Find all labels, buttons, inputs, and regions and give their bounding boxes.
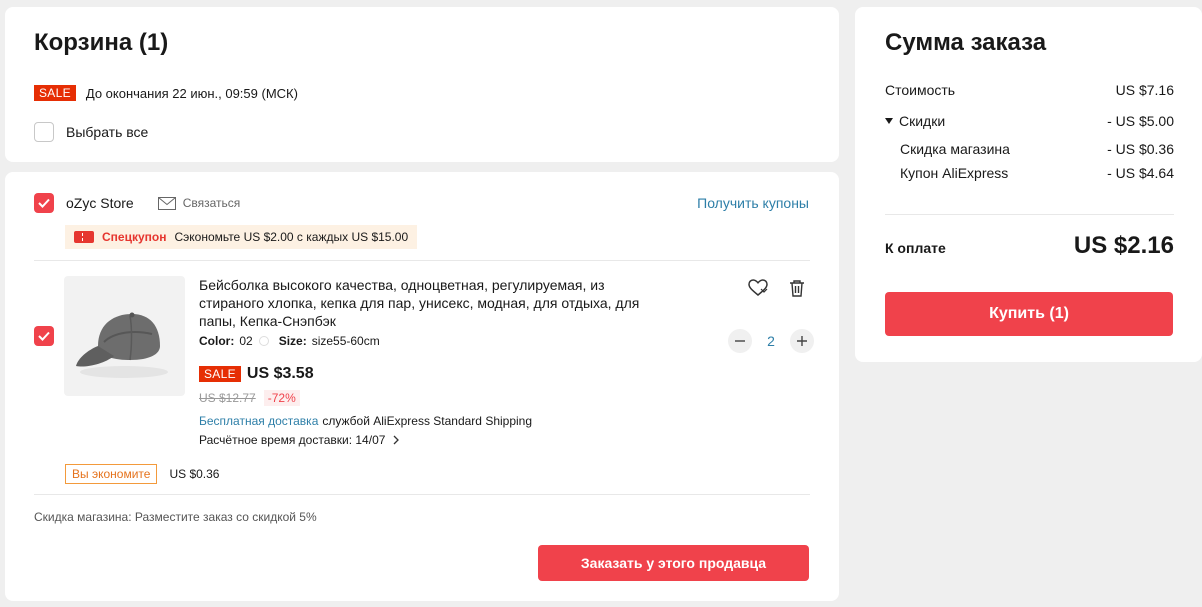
select-all-label: Выбрать все xyxy=(66,124,149,140)
divider xyxy=(885,214,1174,215)
checkmark-icon xyxy=(38,331,50,341)
checkbox-icon[interactable] xyxy=(34,122,54,142)
buy-button[interactable]: Купить (1) xyxy=(885,292,1173,336)
sale-countdown-text: До окончания 22 июн., 09:59 (МСК) xyxy=(85,85,298,101)
coupon-icon xyxy=(74,231,94,243)
triangle-down-icon xyxy=(885,118,893,124)
item-checkbox[interactable] xyxy=(34,326,54,346)
checkmark-icon xyxy=(38,198,50,208)
savings-row: Вы экономите US $0.36 xyxy=(65,464,219,484)
store-name-link[interactable]: oZyc Store xyxy=(66,195,134,211)
trash-icon xyxy=(790,280,804,297)
quantity-value[interactable]: 2 xyxy=(766,333,776,349)
delivery-estimate: Расчётное время доставки: 14/07 xyxy=(199,433,386,447)
size-value: size55-60cm xyxy=(311,334,380,348)
sale-tag: SALE xyxy=(34,85,76,101)
store-discount-label: Скидка магазина xyxy=(900,141,1010,157)
coupon-label: Купон AliExpress xyxy=(900,165,1009,181)
divider xyxy=(34,494,810,495)
size-label: Size: xyxy=(278,334,307,348)
discounts-row[interactable]: Скидки - US $5.00 xyxy=(885,113,1174,129)
discounts-toggle[interactable]: Скидки xyxy=(885,113,945,129)
contact-label: Связаться xyxy=(182,196,241,210)
cap-icon xyxy=(76,312,168,378)
store-checkbox[interactable] xyxy=(34,193,54,213)
free-shipping-label: Бесплатная доставка xyxy=(199,414,319,428)
item-sale-tag: SALE xyxy=(199,366,241,382)
plus-icon xyxy=(797,336,807,346)
sale-countdown: SALE До окончания 22 июн., 09:59 (МСК) xyxy=(34,85,298,101)
heart-icon xyxy=(748,279,768,296)
product-title-link[interactable]: Бейсболка высокого качества, одноцветная… xyxy=(199,276,669,330)
summary-title: Сумма заказа xyxy=(885,29,1047,56)
cart-header-card: Корзина (1) SALE До окончания 22 июн., 0… xyxy=(5,7,839,162)
coupon-row: Купон AliExpress - US $4.64 xyxy=(900,165,1174,181)
coupon-label: Спецкупон xyxy=(102,230,167,244)
increase-quantity-button[interactable] xyxy=(790,329,814,353)
mail-icon xyxy=(157,196,176,210)
order-summary-card: Сумма заказа Стоимость US $7.16 Скидки -… xyxy=(855,7,1202,362)
store-discount-row: Скидка магазина - US $0.36 xyxy=(900,141,1174,157)
color-value: 02 xyxy=(239,334,253,348)
savings-value: US $0.36 xyxy=(169,467,220,481)
order-from-seller-button[interactable]: Заказать у этого продавца xyxy=(538,545,809,581)
store-discount-note: Скидка магазина: Разместите заказ со ски… xyxy=(34,510,317,524)
cost-value: US $7.16 xyxy=(1115,82,1174,98)
cost-label: Стоимость xyxy=(885,82,956,98)
total-label: К оплате xyxy=(885,240,946,256)
price-row: SALE US $3.58 xyxy=(199,365,314,383)
current-price: US $3.58 xyxy=(246,365,314,382)
get-coupons-link[interactable]: Получить купоны xyxy=(697,195,809,211)
shipping-service: службой AliExpress Standard Shipping xyxy=(322,414,533,428)
select-all-checkbox[interactable]: Выбрать все xyxy=(34,122,148,142)
discounts-label: Скидки xyxy=(899,113,946,129)
old-price-row: US $12.77 -72% xyxy=(199,390,300,406)
store-discount-label: Скидка магазина: xyxy=(34,510,132,524)
product-attributes[interactable]: Color: 02 Size: size55-60cm xyxy=(199,334,380,348)
delivery-estimate-link[interactable]: Расчётное время доставки: 14/07 xyxy=(199,433,400,447)
discount-badge: -72% xyxy=(263,390,300,406)
wishlist-button[interactable] xyxy=(747,277,769,299)
delete-button[interactable] xyxy=(786,277,808,299)
discounts-value: - US $5.00 xyxy=(1107,113,1174,129)
minus-icon xyxy=(735,340,745,342)
store-discount-value: - US $0.36 xyxy=(1107,141,1174,157)
store-discount-text: Разместите заказ со скидкой 5% xyxy=(134,510,317,524)
product-image[interactable] xyxy=(64,276,185,396)
old-price: US $12.77 xyxy=(199,391,256,405)
coupon-value: - US $4.64 xyxy=(1107,165,1174,181)
cart-title: Корзина (1) xyxy=(34,29,169,56)
shipping-info: Бесплатная доставка службой AliExpress St… xyxy=(199,414,532,428)
decrease-quantity-button[interactable] xyxy=(728,329,752,353)
color-swatch xyxy=(258,336,269,346)
special-coupon-banner: Спецкупон Сэкономьте US $2.00 с каждых U… xyxy=(65,225,418,249)
savings-badge: Вы экономите xyxy=(65,464,158,484)
color-label: Color: xyxy=(199,334,235,348)
store-header: oZyc Store Связаться xyxy=(34,193,240,213)
store-card: oZyc Store Связаться Получить купоны Спе… xyxy=(5,172,839,601)
chevron-right-icon xyxy=(393,435,400,445)
total-value: US $2.16 xyxy=(1073,232,1174,259)
divider xyxy=(34,260,810,261)
coupon-text: Сэкономьте US $2.00 с каждых US $15.00 xyxy=(174,230,409,244)
cost-row: Стоимость US $7.16 xyxy=(885,82,1174,98)
quantity-stepper: 2 xyxy=(728,329,814,353)
contact-seller-link[interactable]: Связаться xyxy=(157,196,241,210)
